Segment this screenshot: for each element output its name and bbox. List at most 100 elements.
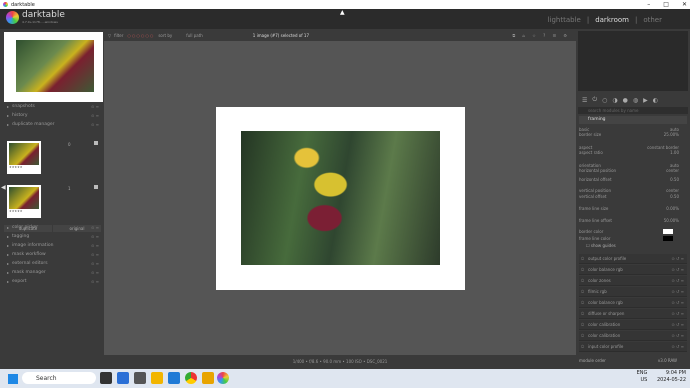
app-icon[interactable] xyxy=(117,372,129,384)
chrome-icon[interactable] xyxy=(185,372,197,384)
start-icon[interactable] xyxy=(8,373,18,384)
framing-param-row[interactable]: frame line offset 50.00% xyxy=(579,218,679,223)
app-icon[interactable] xyxy=(202,372,214,384)
module-name: filmic rgb xyxy=(588,289,607,294)
language-indicator[interactable]: ENG US xyxy=(637,370,648,384)
module-history[interactable]: history⊙ ≡ xyxy=(4,111,103,120)
darktable-taskbar-icon[interactable] xyxy=(217,372,229,384)
show-guides-label: show guides xyxy=(590,243,616,248)
module-controls-icon[interactable]: ⊙ ↺ ≡ xyxy=(671,322,684,327)
param-value: center xyxy=(666,168,679,173)
processing-module[interactable]: input color profile ⊙ ↺ ≡ xyxy=(579,342,687,352)
framing-param-row[interactable]: vertical position center xyxy=(579,188,679,193)
param-value: center xyxy=(666,188,679,193)
duplicate-number: 0 xyxy=(68,142,71,147)
maximize-button[interactable]: □ xyxy=(663,0,669,9)
processing-module[interactable]: color balance rgb ⊙ ↺ ≡ xyxy=(579,265,687,275)
framing-param-row[interactable]: vertical offset 0.50 xyxy=(579,194,679,199)
processing-module[interactable]: filmic rgb ⊙ ↺ ≡ xyxy=(579,287,687,297)
collapse-top-icon[interactable]: ▲ xyxy=(340,9,345,16)
taskbar-search[interactable]: Search xyxy=(22,372,96,384)
duplicate-list: ★★★★★ 0 ★★★★★ 1 duplicate original xyxy=(4,137,102,232)
module-controls-icon[interactable]: ⊙ ↺ ≡ xyxy=(671,311,684,316)
module-mask-workflow[interactable]: mask workflow⊙ ≡ xyxy=(4,250,103,259)
tone-group-icon[interactable]: ◑ xyxy=(612,97,617,104)
effect-group-icon[interactable]: ▶ xyxy=(643,97,648,104)
close-button[interactable]: ✕ xyxy=(682,0,687,9)
module-controls-icon[interactable]: ⊙ ↺ ≡ xyxy=(671,333,684,338)
framing-param-row[interactable]: horizontal position center xyxy=(579,168,679,173)
system-tray: ENG US 9:04 PM 2024-05-22 xyxy=(637,370,686,384)
correct-group-icon[interactable]: ◍ xyxy=(633,97,638,104)
brand: darktable 4.7.0+1178-...-windows xyxy=(6,11,65,24)
module-controls-icon[interactable]: ⊙ ↺ ≡ xyxy=(671,267,684,272)
module-image-information[interactable]: image information⊙ ≡ xyxy=(4,241,103,250)
processing-module[interactable]: diffuse or sharpen ⊙ ↺ ≡ xyxy=(579,309,687,319)
framing-module-header[interactable]: framing xyxy=(579,116,687,124)
module-controls-icon[interactable]: ⊙ ↺ ≡ xyxy=(671,278,684,283)
processing-module[interactable]: color balance rgb ⊙ ↺ ≡ xyxy=(579,298,687,308)
processing-module[interactable]: color calibration ⊙ ↺ ≡ xyxy=(579,320,687,330)
param-label: frame line size xyxy=(579,206,609,211)
task-view-icon[interactable] xyxy=(100,372,112,384)
module-duplicate-manager[interactable]: duplicate manager⊙ ≡ xyxy=(4,120,103,129)
clock-date[interactable]: 2024-05-22 xyxy=(657,377,686,383)
module-controls-icon[interactable]: ⊙ ↺ ≡ xyxy=(671,289,684,294)
module-order[interactable]: module order v3.0 RAW xyxy=(579,358,687,363)
collapse-left-icon[interactable]: ◀ xyxy=(1,184,6,191)
module-snapshots[interactable]: snapshots⊙ ≡ xyxy=(4,102,103,111)
module-label: history xyxy=(12,113,28,118)
view-other[interactable]: other xyxy=(643,16,662,24)
module-controls-icon[interactable]: ⊙ ↺ ≡ xyxy=(671,300,684,305)
active-modules-icon[interactable]: ⏻ xyxy=(592,96,597,104)
framing-param-row[interactable]: aspect ratio 1.00 xyxy=(579,150,679,155)
show-guides-checkbox[interactable]: ☐ show guides xyxy=(586,243,616,248)
module-export[interactable]: export⊙ ≡ xyxy=(4,277,103,286)
processing-module[interactable]: color zones ⊙ ↺ ≡ xyxy=(579,276,687,286)
histogram[interactable] xyxy=(578,31,688,91)
color-group-icon[interactable]: ● xyxy=(623,97,628,104)
framing-param-row[interactable]: horizontal offset 0.50 xyxy=(579,177,679,182)
delete-duplicate-icon[interactable] xyxy=(94,141,98,145)
duplicate-item[interactable]: ★★★★★ 1 xyxy=(4,181,102,221)
module-external-editors[interactable]: external editors⊙ ≡ xyxy=(4,259,103,268)
module-groups-icon[interactable]: ☰ xyxy=(582,97,587,104)
clock-time[interactable]: 9:04 PM xyxy=(666,370,686,376)
module-name: color balance rgb xyxy=(588,300,623,305)
view-darkroom[interactable]: darkroom xyxy=(595,16,629,24)
module-label: export xyxy=(12,279,27,284)
quick-access-icon[interactable]: ◐ xyxy=(653,97,658,104)
module-tagging[interactable]: tagging⊙ ≡ xyxy=(4,232,103,241)
module-mask-manager[interactable]: mask manager⊙ ≡ xyxy=(4,268,103,277)
view-lighttable[interactable]: lighttable xyxy=(548,16,581,24)
duplicate-item[interactable]: ★★★★★ 0 xyxy=(4,137,102,177)
mail-icon[interactable] xyxy=(168,372,180,384)
main-image[interactable] xyxy=(241,131,440,265)
minimize-button[interactable]: – xyxy=(647,0,650,9)
processing-module[interactable]: color calibration ⊙ ↺ ≡ xyxy=(579,331,687,341)
app-version: 4.7.0+1178-...-windows xyxy=(22,20,58,24)
param-label: vertical position xyxy=(579,188,612,193)
view-switcher: lighttable | darkroom | other xyxy=(547,16,662,24)
border-color-swatch[interactable] xyxy=(663,229,673,234)
module-controls-icon[interactable]: ⊙ ↺ ≡ xyxy=(671,344,684,349)
app-name: darktable xyxy=(22,10,65,20)
color-labels-filter[interactable]: ○○○○○○ xyxy=(127,33,154,38)
framing-param-row[interactable]: frame line size 0.00% xyxy=(579,206,679,211)
base-group-icon[interactable]: ○ xyxy=(602,97,607,104)
module-search-input[interactable]: search modules by name xyxy=(578,107,688,114)
frame-line-color-swatch[interactable] xyxy=(663,236,673,241)
module-controls-icon[interactable]: ⊙ ↺ ≡ xyxy=(671,256,684,261)
file-explorer-icon[interactable] xyxy=(151,372,163,384)
sort-select[interactable]: full path xyxy=(186,33,203,38)
filter-icon[interactable]: ▽ xyxy=(108,33,111,38)
framing-param-row[interactable]: border size 25.00% xyxy=(579,132,679,137)
delete-duplicate-icon[interactable] xyxy=(94,185,98,189)
processing-module[interactable]: output color profile ⊙ ↺ ≡ xyxy=(579,254,687,264)
navigation-thumbnail[interactable] xyxy=(4,32,103,102)
param-label: frame line color xyxy=(579,236,611,241)
module-color-picker[interactable]: color picker⊙ ≡ xyxy=(4,223,103,232)
app-icon[interactable] xyxy=(134,372,146,384)
param-value: 50.00% xyxy=(663,218,679,223)
toolbar-icons[interactable]: ⧉ ⌂ ☆ ? ☰ ⚙ xyxy=(512,33,570,38)
